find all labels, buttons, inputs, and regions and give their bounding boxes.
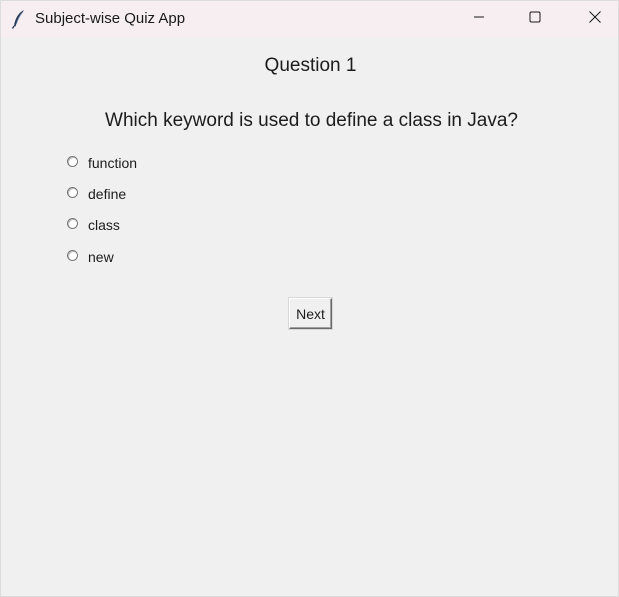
option-class[interactable]: class xyxy=(67,215,120,235)
radio-button[interactable] xyxy=(67,186,78,198)
option-new[interactable]: new xyxy=(67,247,114,267)
maximize-button[interactable] xyxy=(512,1,558,37)
radio-button[interactable] xyxy=(67,217,78,229)
minimize-button[interactable] xyxy=(456,1,502,37)
close-icon xyxy=(589,10,601,28)
window-title: Subject-wise Quiz App xyxy=(35,10,186,27)
next-button[interactable]: Next xyxy=(289,298,332,329)
minimize-icon xyxy=(473,10,485,28)
maximize-icon xyxy=(529,10,541,28)
quiz-panel: Question 1 Which keyword is used to defi… xyxy=(1,37,618,596)
option-function[interactable]: function xyxy=(67,153,137,173)
close-button[interactable] xyxy=(572,1,618,37)
radio-button[interactable] xyxy=(67,249,78,261)
app-window: Subject-wise Quiz App Question 1 Which k… xyxy=(0,0,619,597)
option-label: class xyxy=(88,217,120,233)
radio-button[interactable] xyxy=(67,155,78,167)
question-text: Which keyword is used to define a class … xyxy=(105,110,518,131)
question-number: Question 1 xyxy=(264,55,357,76)
title-bar[interactable]: Subject-wise Quiz App xyxy=(1,1,618,37)
option-label: define xyxy=(88,186,127,202)
option-label: function xyxy=(88,155,138,171)
option-define[interactable]: define xyxy=(67,184,126,204)
feather-icon xyxy=(11,9,27,29)
option-label: new xyxy=(88,249,114,265)
